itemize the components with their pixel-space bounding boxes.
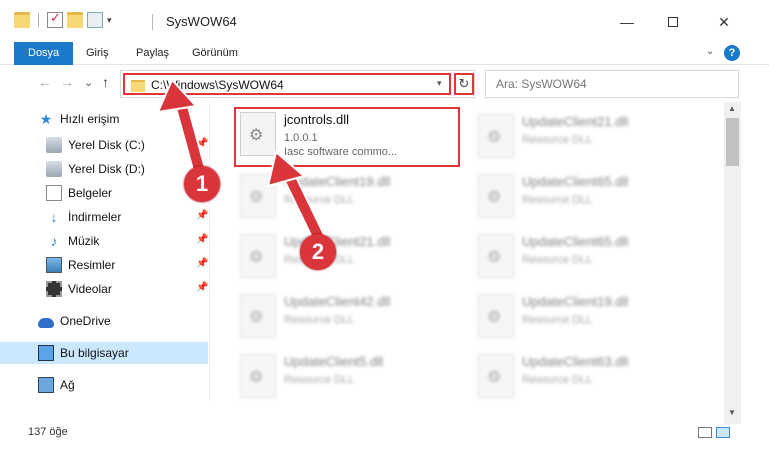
arrow-1 [156,78,209,187]
annotation-badge-2: 2 [300,234,336,270]
annotation-badge-1: 1 [184,166,220,202]
arrow-2 [266,150,325,243]
annotation-arrows [156,78,325,243]
